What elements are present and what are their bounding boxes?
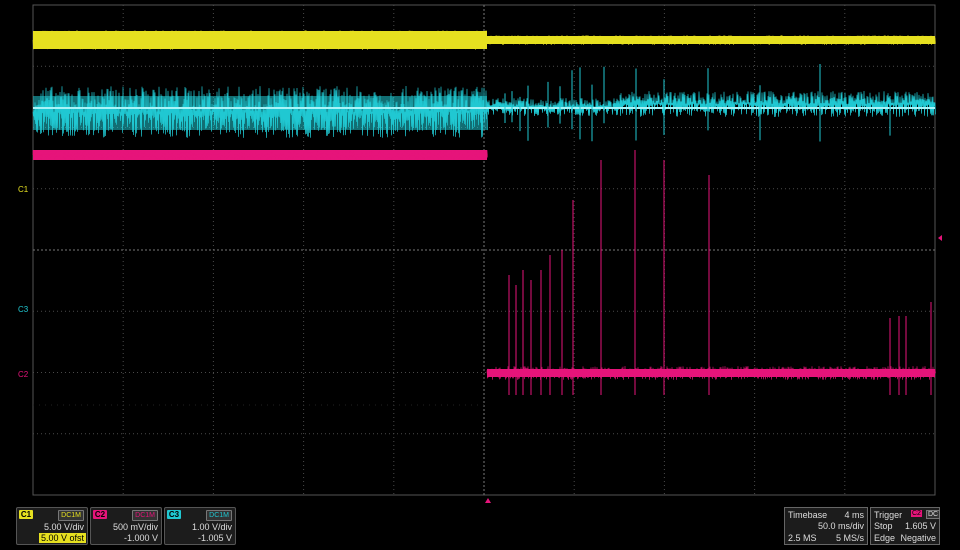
trigger-type: Edge [874,533,896,543]
channel-c3-offset: -1.005 V [197,533,232,543]
channel-c3-vdiv: 1.00 V/div [191,522,232,532]
channel-c3-tag: C3 [167,510,181,519]
timebase-descriptor[interactable]: Timebase 4 ms 50.0 ms/div 2.5 MS 5 MS/s [784,507,868,545]
timebase-label: Timebase [788,510,828,520]
channel-c3-coupling: DC1M [206,510,232,521]
timebase-tdiv: 50.0 ms/div [817,521,864,531]
channel-c1-descriptor[interactable]: C1 DC1M 5.00 V/div 5.00 V ofst [16,507,88,545]
display-background [0,0,960,505]
channel-c2-tag: C2 [93,510,107,519]
timebase-delay: 4 ms [844,510,864,520]
c2-offset-marker[interactable]: C2 [18,370,28,379]
trigger-level: 1.605 V [904,521,936,531]
trigger-label: Trigger [874,510,903,520]
trigger-descriptor[interactable]: Trigger C2 DC Stop 1.605 V Edge Negative [870,507,941,545]
channel-c3-descriptor[interactable]: C3 DC1M 1.00 V/div -1.005 V [164,507,236,545]
oscilloscope-screen: C1 C3 C2 C1 DC1M 5.00 V/div 5.00 V ofst … [0,0,960,550]
channel-c2-offset: -1.000 V [123,533,158,543]
channel-c1-offset: 5.00 V ofst [38,533,86,543]
channel-c1-vdiv: 5.00 V/div [43,522,84,532]
timebase-samples: 2.5 MS [788,533,817,543]
channel-c2-vdiv: 500 mV/div [112,522,158,532]
c1-offset-marker[interactable]: C1 [18,185,28,194]
channel-c2-descriptor[interactable]: C2 DC1M 500 mV/div -1.000 V [90,507,162,545]
trigger-mode: Stop [874,521,893,531]
channel-c1-coupling: DC1M [58,510,84,521]
c3-trace-band-left [33,96,487,130]
c3-offset-marker[interactable]: C3 [18,305,28,314]
waveform-display[interactable] [0,0,960,505]
channel-c2-coupling: DC1M [132,510,158,521]
status-bar: C1 DC1M 5.00 V/div 5.00 V ofst C2 DC1M 5… [0,505,960,550]
channel-c1-tag: C1 [19,510,33,519]
trigger-slope: Negative [900,533,936,543]
trigger-source: C2 [911,510,922,517]
timebase-rate: 5 MS/s [835,533,864,543]
trigger-coupling: DC [926,510,941,519]
